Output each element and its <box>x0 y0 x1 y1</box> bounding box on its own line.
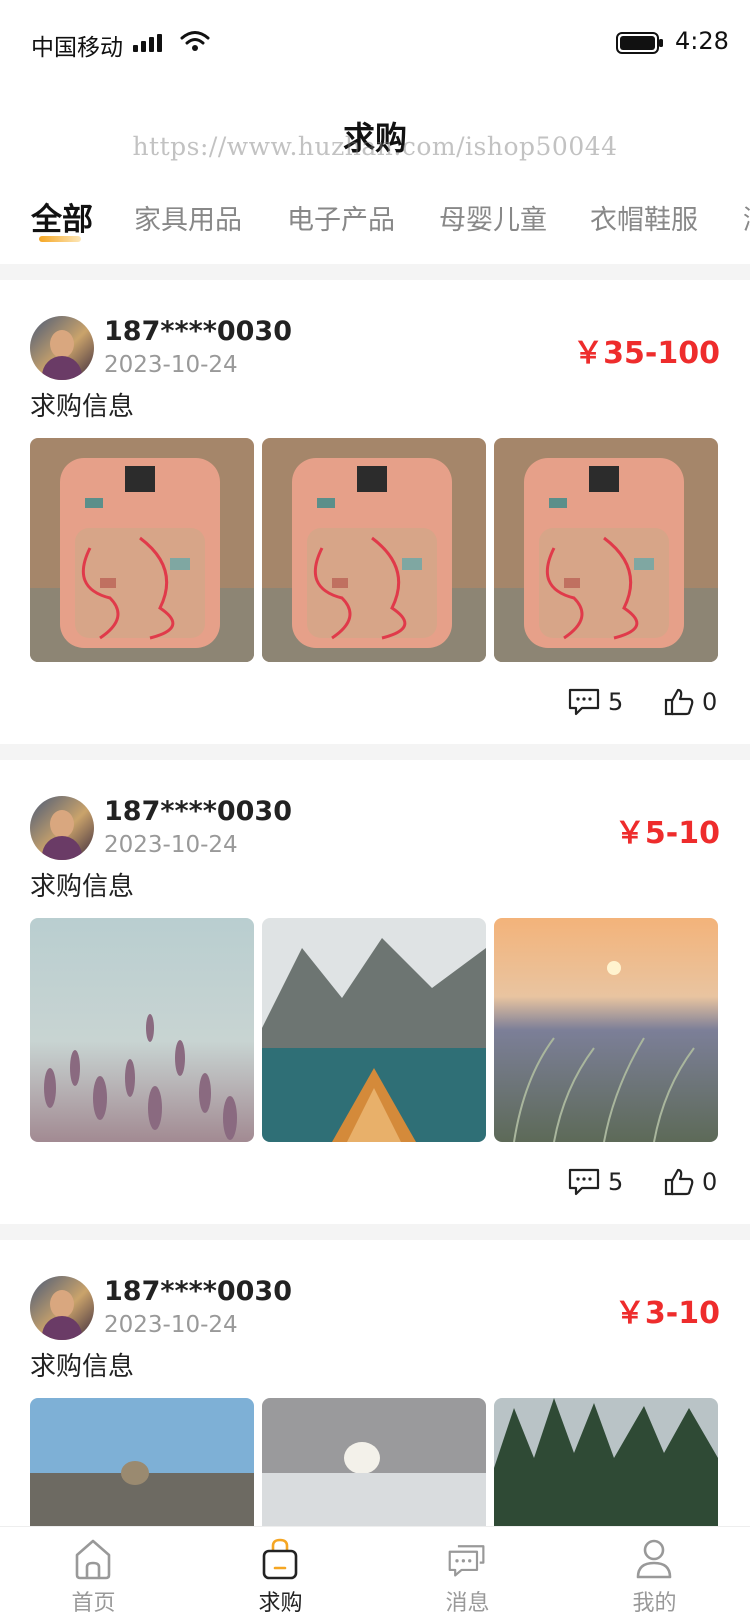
avatar[interactable] <box>30 796 94 860</box>
post-username: 187****0030 <box>104 796 292 827</box>
post-date: 2023-10-24 <box>104 832 238 858</box>
post-date: 2023-10-24 <box>104 352 238 378</box>
post-description: 求购信息 <box>30 1352 135 1382</box>
signal-icon <box>133 34 162 52</box>
tabbar-home-label: 首页 <box>71 1591 116 1616</box>
tabbar-messages[interactable]: 消息 <box>374 1527 561 1624</box>
seal-photo[interactable] <box>30 1398 254 1526</box>
active-tab-indicator <box>39 236 81 242</box>
wifi-icon <box>180 31 210 51</box>
lake-boat-photo[interactable] <box>262 918 486 1142</box>
comment-count[interactable]: 5 <box>568 1168 623 1196</box>
tab-baby[interactable]: 母婴儿童 <box>439 198 547 237</box>
tabbar-home[interactable]: 首页 <box>0 1527 187 1624</box>
tab-clothing[interactable]: 衣帽鞋服 <box>590 198 698 237</box>
carrier-name: 中国移动 <box>31 35 123 61</box>
clock: 4:28 <box>675 27 729 55</box>
like-count-value: 0 <box>702 688 718 716</box>
sunset-meadow-photo[interactable] <box>494 918 718 1142</box>
category-tabs: 全部 家具用品 电子产品 母婴儿童 衣帽鞋服 潮 <box>0 190 750 254</box>
tab-more[interactable]: 潮 <box>743 198 750 237</box>
avatar[interactable] <box>30 1276 94 1340</box>
post-username: 187****0030 <box>104 1276 292 1307</box>
backpack-photo[interactable] <box>30 438 254 662</box>
thumbs-up-icon <box>664 688 694 716</box>
tabbar-profile-label: 我的 <box>632 1591 677 1616</box>
post-card[interactable]: 187****0030 2023-10-24 ￥5-10 求购信息 5 0 <box>0 760 750 1224</box>
post-feed[interactable]: 187****0030 2023-10-24 ￥35-100 求购信息 5 0 … <box>0 264 750 1526</box>
like-count[interactable]: 0 <box>664 688 717 716</box>
comment-icon <box>568 688 600 716</box>
bottom-tab-bar: 首页 求购 消息 我的 <box>0 1526 750 1624</box>
tab-furniture[interactable]: 家具用品 <box>134 198 242 237</box>
post-description: 求购信息 <box>30 872 135 902</box>
post-card[interactable]: 187****0030 2023-10-24 ￥3-10 求购信息 <box>0 1240 750 1526</box>
post-date: 2023-10-24 <box>104 1312 238 1338</box>
post-price: ￥3-10 <box>614 1296 720 1331</box>
home-icon <box>75 1539 111 1580</box>
lavender-field-photo[interactable] <box>30 918 254 1142</box>
like-count[interactable]: 0 <box>664 1168 717 1196</box>
shopping-bag-icon <box>262 1538 298 1580</box>
post-price: ￥35-100 <box>573 336 720 371</box>
post-price: ￥5-10 <box>614 816 720 851</box>
comment-icon <box>568 1168 600 1196</box>
chat-bubbles-icon <box>448 1545 485 1577</box>
tabbar-wanted[interactable]: 求购 <box>187 1527 374 1624</box>
tab-all[interactable]: 全部 <box>31 194 93 239</box>
user-icon <box>636 1539 672 1579</box>
polar-bear-photo[interactable] <box>262 1398 486 1526</box>
post-username: 187****0030 <box>104 316 292 347</box>
watermark-text: https://www.huzhan.com/ishop50044 <box>132 132 618 161</box>
tabbar-profile[interactable]: 我的 <box>561 1527 748 1624</box>
tabbar-messages-label: 消息 <box>445 1591 490 1616</box>
post-card[interactable]: 187****0030 2023-10-24 ￥35-100 求购信息 5 0 <box>0 280 750 744</box>
comment-count-value: 5 <box>608 1168 624 1196</box>
post-description: 求购信息 <box>30 392 135 422</box>
backpack-photo[interactable] <box>262 438 486 662</box>
tab-electronics[interactable]: 电子产品 <box>287 198 395 237</box>
battery-icon <box>616 32 663 54</box>
like-count-value: 0 <box>702 1168 718 1196</box>
comment-count-value: 5 <box>608 688 624 716</box>
thumbs-up-icon <box>664 1168 694 1196</box>
tabbar-wanted-label: 求购 <box>258 1591 303 1616</box>
forest-photo[interactable] <box>494 1398 718 1526</box>
avatar[interactable] <box>30 316 94 380</box>
status-bar: 中国移动 4:28 <box>0 0 750 86</box>
backpack-photo[interactable] <box>494 438 718 662</box>
comment-count[interactable]: 5 <box>568 688 623 716</box>
